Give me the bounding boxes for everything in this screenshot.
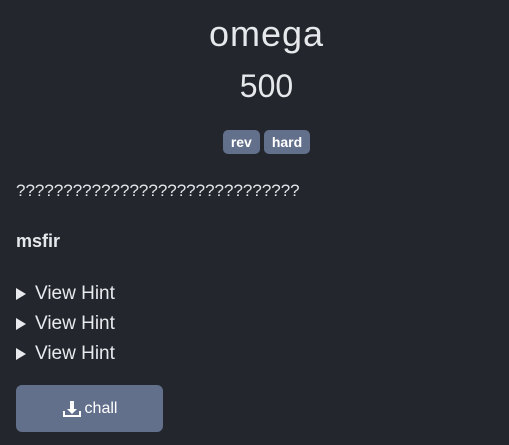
challenge-description: ?????????????????????????????? bbox=[16, 181, 300, 200]
download-file-label: chall bbox=[84, 399, 118, 417]
challenge-value: 500 bbox=[239, 68, 294, 104]
hint-toggle-3[interactable]: View Hint bbox=[16, 339, 115, 369]
disclosure-triangle-icon bbox=[16, 348, 26, 360]
hint-toggle-1[interactable]: View Hint bbox=[16, 279, 115, 309]
tag-hard: hard bbox=[263, 130, 311, 154]
hint-label: View Hint bbox=[35, 313, 115, 334]
download-file-button[interactable]: chall bbox=[16, 385, 163, 432]
challenge-author: msfir bbox=[16, 231, 61, 251]
disclosure-triangle-icon bbox=[16, 318, 26, 330]
challenge-tags: rev hard bbox=[0, 130, 509, 154]
download-icon bbox=[62, 400, 81, 417]
hint-label: View Hint bbox=[35, 283, 115, 304]
challenge-name: omega bbox=[208, 13, 325, 54]
hint-toggle-2[interactable]: View Hint bbox=[16, 309, 115, 339]
hint-label: View Hint bbox=[35, 343, 115, 364]
disclosure-triangle-icon bbox=[16, 288, 26, 300]
tag-rev: rev bbox=[222, 130, 260, 154]
hints-list: View Hint View Hint View Hint bbox=[16, 279, 115, 369]
